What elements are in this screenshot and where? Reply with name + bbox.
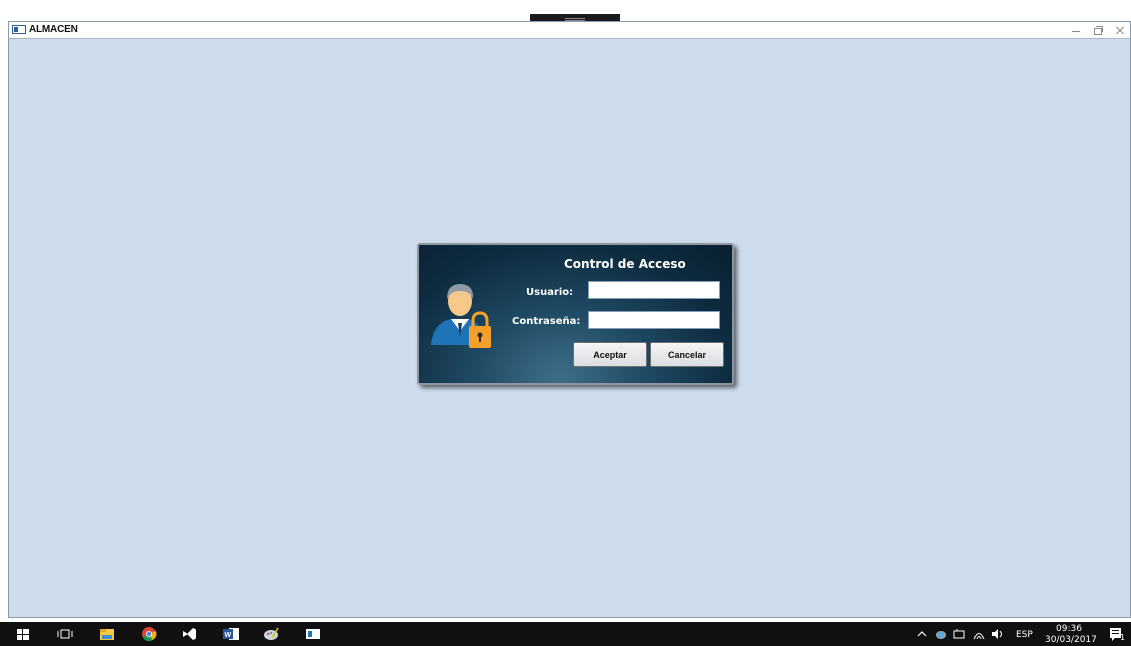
wifi-icon[interactable] bbox=[972, 626, 986, 642]
restore-icon[interactable] bbox=[1092, 23, 1104, 37]
window-title: ALMACEN bbox=[29, 24, 78, 35]
word-icon[interactable]: W bbox=[222, 626, 240, 642]
windows-start-icon[interactable] bbox=[16, 626, 30, 642]
accept-button[interactable]: Aceptar bbox=[573, 342, 647, 367]
volume-icon[interactable] bbox=[990, 626, 1006, 642]
clock-date[interactable]: 30/03/2017 bbox=[1045, 635, 1097, 645]
svg-text:W: W bbox=[225, 632, 232, 639]
paint-icon[interactable] bbox=[262, 626, 280, 642]
password-input[interactable] bbox=[588, 311, 720, 329]
grip-lines bbox=[565, 18, 585, 19]
user-lock-icon bbox=[431, 284, 491, 348]
app-icon bbox=[12, 25, 26, 34]
visual-studio-icon[interactable] bbox=[180, 626, 198, 642]
username-label: Usuario: bbox=[526, 287, 574, 298]
clock-time[interactable]: 09:36 bbox=[1056, 624, 1082, 634]
close-icon[interactable] bbox=[1114, 23, 1126, 37]
username-input[interactable] bbox=[588, 281, 720, 299]
almacen-app-icon[interactable] bbox=[304, 626, 322, 642]
chrome-icon[interactable] bbox=[140, 626, 158, 642]
title-bar[interactable]: ALMACEN bbox=[9, 22, 1130, 39]
task-view-icon[interactable] bbox=[56, 626, 74, 642]
window-controls bbox=[1070, 23, 1126, 37]
chevron-up-icon[interactable] bbox=[916, 626, 928, 642]
minimize-icon[interactable] bbox=[1070, 23, 1082, 37]
file-explorer-icon[interactable] bbox=[98, 626, 116, 642]
dialog-title: Control de Acceso bbox=[564, 257, 686, 271]
network-icon[interactable] bbox=[952, 626, 966, 642]
notification-count: 1 bbox=[1120, 633, 1126, 642]
password-label: Contraseña: bbox=[512, 316, 581, 327]
language-indicator[interactable]: ESP bbox=[1016, 630, 1033, 640]
cancel-button[interactable]: Cancelar bbox=[650, 342, 724, 367]
onedrive-icon[interactable] bbox=[934, 626, 948, 642]
taskbar: W ESP 09:36 30/03/2017 1 bbox=[0, 622, 1131, 646]
login-dialog: Control de Acceso Usuario: Contraseña: A… bbox=[417, 243, 734, 385]
